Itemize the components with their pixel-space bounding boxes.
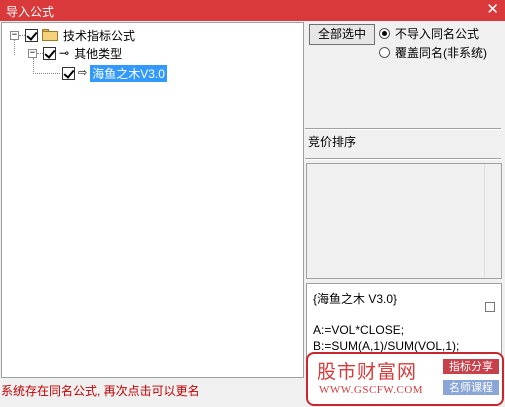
radio-indicator[interactable]	[379, 27, 390, 39]
tree-node-label[interactable]: 海鱼之木V3.0	[90, 64, 167, 82]
radio-label[interactable]: 不导入同名公式	[395, 25, 479, 42]
title-bar: 导入公式 ✕	[0, 0, 505, 21]
window-title: 导入公式	[6, 5, 55, 19]
formula-tree[interactable]: − 技术指标公式 − ⊸ 其他类型 ⇨ 海鱼之木V3.0	[1, 22, 304, 378]
status-message: 系统存在同名公式, 再次点击可以更名	[1, 384, 200, 398]
key-icon: ⊸	[59, 46, 70, 60]
group-checkbox[interactable]	[43, 46, 56, 60]
select-all-button[interactable]: 全部选中	[309, 24, 375, 45]
radio-indicator[interactable]	[379, 46, 390, 58]
watermark-badge: 指标分享	[443, 359, 499, 374]
divider	[305, 158, 501, 160]
code-checkbox[interactable]	[485, 302, 495, 312]
code-line: A:=VOL*CLOSE;	[313, 323, 405, 337]
watermark-badge: 名师课程	[443, 380, 499, 395]
formula-name-label: 竞价排序	[308, 135, 357, 149]
radio-skip-duplicates[interactable]: 不导入同名公式	[379, 25, 479, 41]
divider	[305, 128, 501, 130]
formula-file-icon: ⇨	[78, 67, 88, 79]
tree-node-label[interactable]: 其他类型	[74, 45, 122, 62]
item-checkbox[interactable]	[62, 66, 75, 80]
root-checkbox[interactable]	[25, 28, 38, 42]
watermark-brand: 股市财富网	[317, 361, 418, 383]
folder-icon	[42, 29, 58, 41]
tree-node-root[interactable]: − 技术指标公式	[10, 27, 135, 43]
tree-connector	[33, 72, 60, 74]
code-line: {海鱼之木 V3.0}	[313, 292, 398, 306]
collapse-icon[interactable]: −	[28, 48, 37, 58]
close-icon[interactable]: ✕	[486, 1, 499, 19]
radio-label[interactable]: 覆盖同名(非系统)	[395, 44, 487, 61]
radio-overwrite-duplicates[interactable]: 覆盖同名(非系统)	[379, 44, 487, 60]
watermark-url: WWW.GSCFW.COM	[319, 384, 424, 396]
watermark-logo: 股市财富网 WWW.GSCFW.COM 指标分享 名师课程	[306, 352, 504, 406]
description-box[interactable]	[306, 163, 502, 279]
code-line: B:=SUM(A,1)/SUM(VOL,1);	[313, 339, 460, 353]
tree-node-group[interactable]: − ⊸ 其他类型	[28, 45, 122, 61]
tree-node-label[interactable]: 技术指标公式	[63, 27, 135, 44]
collapse-icon[interactable]: −	[10, 30, 19, 40]
scrollbar[interactable]	[484, 164, 501, 278]
tree-node-item[interactable]: ⇨ 海鱼之木V3.0	[33, 64, 167, 82]
